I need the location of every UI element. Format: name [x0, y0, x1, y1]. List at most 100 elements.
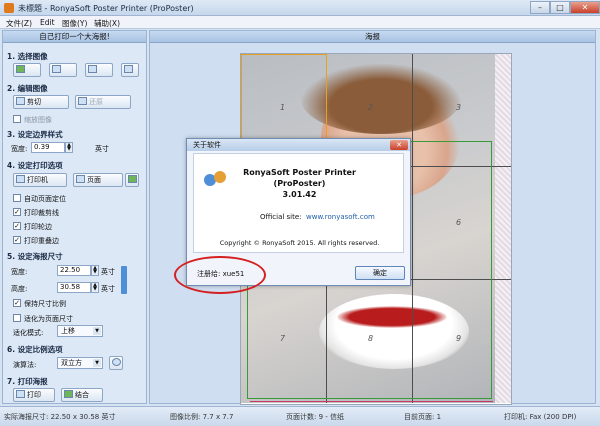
menu-file[interactable]: 文件(Z)	[6, 18, 32, 29]
chevron-down-icon: ▼	[93, 359, 101, 367]
combine-button[interactable]: 结合	[61, 388, 103, 402]
menu-bar: 文件(Z) Edit 图像(Y) 辅助(X)	[0, 16, 600, 29]
section-poster-size: 5. 设定海报尺寸	[7, 252, 63, 261]
height-label: 高度:	[11, 285, 28, 293]
page-icon	[76, 175, 85, 183]
product-version: 3.01.42	[282, 190, 317, 199]
border-width-spinner[interactable]: ▲ ▼	[65, 142, 73, 153]
link-ratio-toggle[interactable]	[121, 266, 127, 294]
title-bar: 未標題 - RonyaSoft Poster Printer (ProPoste…	[0, 0, 600, 16]
section-edit-image: 2. 编辑图像	[7, 84, 48, 93]
keep-ratio-checkbox[interactable]: ✓	[13, 299, 21, 307]
status-current-page: 目前页面: 1	[404, 413, 442, 421]
undo-icon	[78, 97, 87, 105]
chevron-down-icon: ▼	[93, 327, 101, 335]
product-name: RonyaSoft Poster Printer	[243, 168, 356, 177]
status-bar: 实际海报尺寸: 22.50 x 30.58 英寸 图像比例: 7.7 x 7.7…	[0, 406, 600, 426]
cut-lines-checkbox[interactable]: ✓	[13, 208, 21, 216]
border-unit-label: 英寸	[95, 145, 109, 153]
page-label: 页面	[87, 176, 101, 184]
official-site-label: Official site:	[260, 213, 302, 221]
status-pages: 页面计数: 9 - 信纸	[286, 413, 345, 421]
restore-image-label: 缩放图像	[24, 116, 52, 124]
scanner-icon	[88, 65, 97, 73]
section-scale-options: 6. 设定比例选项	[7, 345, 63, 354]
border-width-input[interactable]: 0.39	[31, 142, 65, 153]
paste-image-button[interactable]	[49, 63, 77, 77]
border-width-label: 宽度:	[11, 145, 28, 153]
copy-image-button[interactable]	[121, 63, 139, 77]
image-icon	[16, 65, 25, 73]
zoom-button[interactable]	[109, 356, 123, 370]
open-image-button[interactable]	[13, 63, 41, 77]
page-setup-button[interactable]: 页面	[73, 173, 123, 187]
restore-image-checkbox[interactable]	[13, 115, 21, 123]
print-overlap-checkbox[interactable]: ✓	[13, 236, 21, 244]
page-number: 8	[368, 334, 374, 343]
poster-height-input[interactable]: 30.58	[57, 282, 91, 293]
poster-width-spinner[interactable]: ▲ ▼	[91, 265, 99, 276]
fit-mode-select[interactable]: 上移 ▼	[57, 325, 103, 337]
about-close-button[interactable]: ✕	[390, 140, 408, 150]
crop-button[interactable]: 剪切	[13, 95, 69, 109]
fit-page-checkbox[interactable]	[13, 314, 21, 322]
page-number: 7	[280, 334, 286, 343]
page-number: 1	[280, 103, 286, 112]
paste-icon	[52, 65, 61, 73]
preview-icon	[128, 175, 137, 183]
width-label: 宽度:	[11, 268, 28, 276]
panel-header: 自己打印一个大海报!	[3, 31, 146, 43]
minimize-button[interactable]: –	[530, 1, 550, 14]
window-title: 未標題 - RonyaSoft Poster Printer (ProPoste…	[18, 4, 194, 13]
menu-edit[interactable]: Edit	[40, 18, 55, 27]
fit-mode-value: 上移	[61, 327, 75, 335]
section-select-image: 1. 选择图像	[7, 52, 48, 61]
algorithm-label: 演算法:	[13, 361, 37, 369]
section-border-style: 3. 设定边界样式	[7, 130, 63, 139]
highlight-circle	[174, 256, 266, 294]
width-unit-label: 英寸	[101, 268, 115, 276]
cut-lines-label: 打印裁剪线	[24, 209, 59, 217]
page-number: 3	[456, 103, 462, 112]
app-icon	[4, 3, 14, 13]
scan-image-button[interactable]	[85, 63, 113, 77]
copyright-text: Copyright © RonyaSoft 2015. All rights r…	[219, 239, 380, 247]
fit-mode-label: 适化模式:	[13, 329, 44, 337]
menu-image[interactable]: 图像(Y)	[62, 18, 87, 29]
poster-width-input[interactable]: 22.50	[57, 265, 91, 276]
official-site-link[interactable]: www.ronyasoft.com	[306, 213, 375, 221]
menu-help[interactable]: 辅助(X)	[94, 18, 120, 29]
printer-icon	[16, 175, 25, 183]
status-ratio: 图像比例: 7.7 x 7.7	[170, 413, 234, 421]
left-panel: 自己打印一个大海报! 1. 选择图像 2. 编辑图像 剪切 还原 缩放图像 3.…	[2, 30, 147, 404]
print-button[interactable]: 打印	[13, 388, 55, 402]
restore-button[interactable]: 还原	[75, 95, 131, 109]
algorithm-select[interactable]: 双立方 ▼	[57, 357, 103, 369]
printer-icon	[16, 390, 25, 398]
magnifier-icon	[112, 358, 121, 366]
combine-label: 结合	[75, 391, 89, 399]
ok-button[interactable]: 确定	[355, 266, 405, 280]
preview-button[interactable]	[125, 173, 139, 187]
combine-icon	[64, 390, 73, 398]
copy-icon	[124, 65, 133, 73]
poster-height-spinner[interactable]: ▲ ▼	[91, 282, 99, 293]
height-unit-label: 英寸	[101, 285, 115, 293]
crop-label: 剪切	[27, 98, 41, 106]
printer-button[interactable]: 打印机	[13, 173, 67, 187]
auto-center-checkbox[interactable]	[13, 194, 21, 202]
cut-line	[250, 401, 493, 402]
page-number: 9	[456, 334, 462, 343]
page-number: 2	[368, 103, 374, 112]
canvas-header: 海报	[150, 31, 595, 43]
restore-label: 还原	[89, 98, 103, 106]
close-button[interactable]: ✕	[570, 1, 600, 14]
about-dialog-body: RonyaSoft Poster Printer (ProPoster) 3.0…	[193, 153, 404, 253]
algorithm-value: 双立方	[61, 359, 82, 367]
status-actual-size: 实际海报尺寸: 22.50 x 30.58 英寸	[4, 413, 116, 421]
printer-label: 打印机	[27, 176, 48, 184]
auto-center-label: 自动页面定位	[24, 195, 66, 203]
maximize-button[interactable]: □	[550, 1, 570, 14]
about-dialog-title: 关于软件	[187, 139, 410, 151]
print-border-checkbox[interactable]: ✓	[13, 222, 21, 230]
